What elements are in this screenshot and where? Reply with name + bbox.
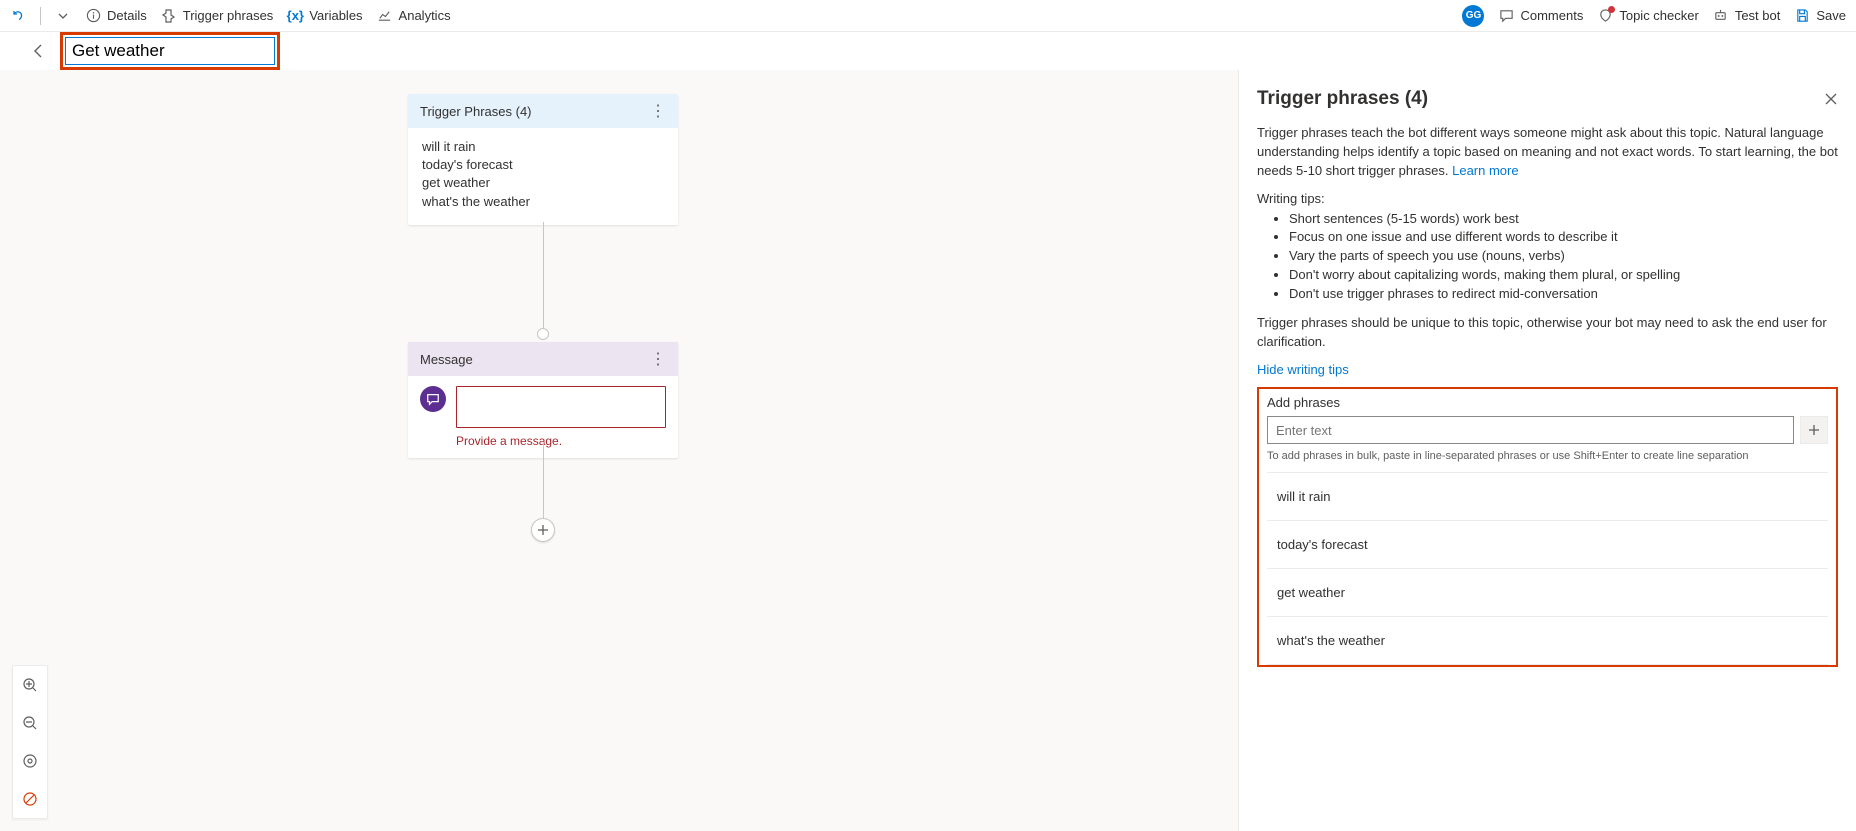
phrase-list: will it rain today's forecast get weathe…: [1267, 472, 1828, 665]
info-icon: [85, 8, 101, 24]
back-button[interactable]: [30, 42, 48, 60]
message-icon: [420, 386, 446, 412]
phrase-list-item[interactable]: get weather: [1267, 569, 1828, 617]
trigger-node-title: Trigger Phrases (4): [420, 104, 532, 119]
writing-tip: Focus on one issue and use different wor…: [1289, 228, 1838, 247]
bot-icon: [1713, 8, 1729, 24]
topic-checker-icon: [1597, 8, 1613, 24]
top-toolbar: Details Trigger phrases {x} Variables An…: [0, 0, 1856, 32]
canvas-phrase: what's the weather: [422, 193, 664, 211]
add-phrases-label: Add phrases: [1267, 395, 1828, 410]
title-row: [0, 32, 1856, 70]
canvas-phrase: today's forecast: [422, 156, 664, 174]
undo-button[interactable]: [10, 8, 26, 24]
add-node-button[interactable]: [531, 518, 555, 542]
writing-tip: Don't use trigger phrases to redirect mi…: [1289, 285, 1838, 304]
chevron-down-icon: [55, 8, 71, 24]
variables-icon: {x}: [287, 8, 303, 24]
analytics-icon: [377, 8, 393, 24]
save-label: Save: [1816, 8, 1846, 23]
zoom-fit-button[interactable]: [13, 742, 47, 780]
zoom-reset-button[interactable]: [13, 780, 47, 818]
avatar[interactable]: GG: [1462, 5, 1484, 27]
main-area: Trigger Phrases (4) ⋮ will it rain today…: [0, 70, 1856, 831]
toolbar-left: Details Trigger phrases {x} Variables An…: [10, 7, 451, 25]
message-node-body: [408, 376, 678, 434]
save-button[interactable]: Save: [1794, 8, 1846, 24]
trigger-node-body: will it rain today's forecast get weathe…: [408, 128, 678, 225]
topic-checker-label: Topic checker: [1619, 8, 1698, 23]
variables-label: Variables: [309, 8, 362, 23]
trigger-phrases-panel: Trigger phrases (4) Trigger phrases teac…: [1238, 70, 1856, 831]
trigger-node-header: Trigger Phrases (4) ⋮: [408, 94, 678, 128]
panel-intro-text: Trigger phrases teach the bot different …: [1257, 124, 1838, 181]
save-icon: [1794, 8, 1810, 24]
writing-tips-list: Short sentences (5-15 words) work best F…: [1257, 210, 1838, 304]
unique-topics-text: Trigger phrases should be unique to this…: [1257, 314, 1838, 352]
trigger-phrases-node[interactable]: Trigger Phrases (4) ⋮ will it rain today…: [408, 94, 678, 225]
panel-header: Trigger phrases (4): [1257, 88, 1838, 110]
trigger-phrases-label: Trigger phrases: [183, 8, 274, 23]
topic-checker-button[interactable]: Topic checker: [1597, 8, 1698, 24]
topic-title-input[interactable]: [65, 37, 275, 65]
close-panel-button[interactable]: [1824, 92, 1838, 106]
message-node-title: Message: [420, 352, 473, 367]
test-bot-label: Test bot: [1735, 8, 1781, 23]
canvas-phrase: get weather: [422, 174, 664, 192]
comments-button[interactable]: Comments: [1498, 8, 1583, 24]
writing-tip: Short sentences (5-15 words) work best: [1289, 210, 1838, 229]
add-phrase-hint: To add phrases in bulk, paste in line-se…: [1267, 450, 1828, 462]
trigger-node-more-button[interactable]: ⋮: [650, 101, 666, 121]
writing-tips-title: Writing tips:: [1257, 191, 1838, 206]
toolbar-divider: [40, 7, 41, 25]
undo-icon: [10, 8, 26, 24]
phrase-list-item[interactable]: what's the weather: [1267, 617, 1828, 665]
analytics-button[interactable]: Analytics: [377, 8, 451, 24]
zoom-out-button[interactable]: [13, 704, 47, 742]
authoring-canvas[interactable]: Trigger Phrases (4) ⋮ will it rain today…: [0, 70, 1238, 831]
analytics-label: Analytics: [399, 8, 451, 23]
message-text-input[interactable]: [456, 386, 666, 428]
more-chevron-button[interactable]: [55, 8, 71, 24]
phrase-list-item[interactable]: will it rain: [1267, 473, 1828, 521]
learn-more-link[interactable]: Learn more: [1452, 163, 1518, 178]
topic-title-highlight: [60, 32, 280, 70]
add-phrases-highlight: Add phrases To add phrases in bulk, past…: [1257, 387, 1838, 667]
panel-title: Trigger phrases (4): [1257, 88, 1428, 110]
hide-writing-tips-link[interactable]: Hide writing tips: [1257, 362, 1349, 377]
connector-line: [543, 222, 544, 334]
variables-button[interactable]: {x} Variables: [287, 8, 362, 24]
phrase-list-item[interactable]: today's forecast: [1267, 521, 1828, 569]
message-node-header: Message ⋮: [408, 342, 678, 376]
details-label: Details: [107, 8, 147, 23]
test-bot-button[interactable]: Test bot: [1713, 8, 1781, 24]
message-node-more-button[interactable]: ⋮: [650, 349, 666, 369]
trigger-phrases-button[interactable]: Trigger phrases: [161, 8, 274, 24]
trigger-icon: [161, 8, 177, 24]
zoom-in-button[interactable]: [13, 666, 47, 704]
connector-port: [537, 328, 549, 340]
writing-tip: Vary the parts of speech you use (nouns,…: [1289, 247, 1838, 266]
comment-icon: [1498, 8, 1514, 24]
details-button[interactable]: Details: [85, 8, 147, 24]
add-phrase-input[interactable]: [1267, 416, 1794, 444]
comments-label: Comments: [1520, 8, 1583, 23]
connector-line: [543, 442, 544, 524]
toolbar-right: GG Comments Topic checker Test bot Save: [1462, 5, 1846, 27]
canvas-phrase: will it rain: [422, 138, 664, 156]
writing-tip: Don't worry about capitalizing words, ma…: [1289, 266, 1838, 285]
canvas-zoom-toolbar: [12, 665, 48, 819]
message-node[interactable]: Message ⋮ Provide a message.: [408, 342, 678, 458]
add-phrase-row: [1267, 416, 1828, 444]
add-phrase-button[interactable]: [1800, 416, 1828, 444]
